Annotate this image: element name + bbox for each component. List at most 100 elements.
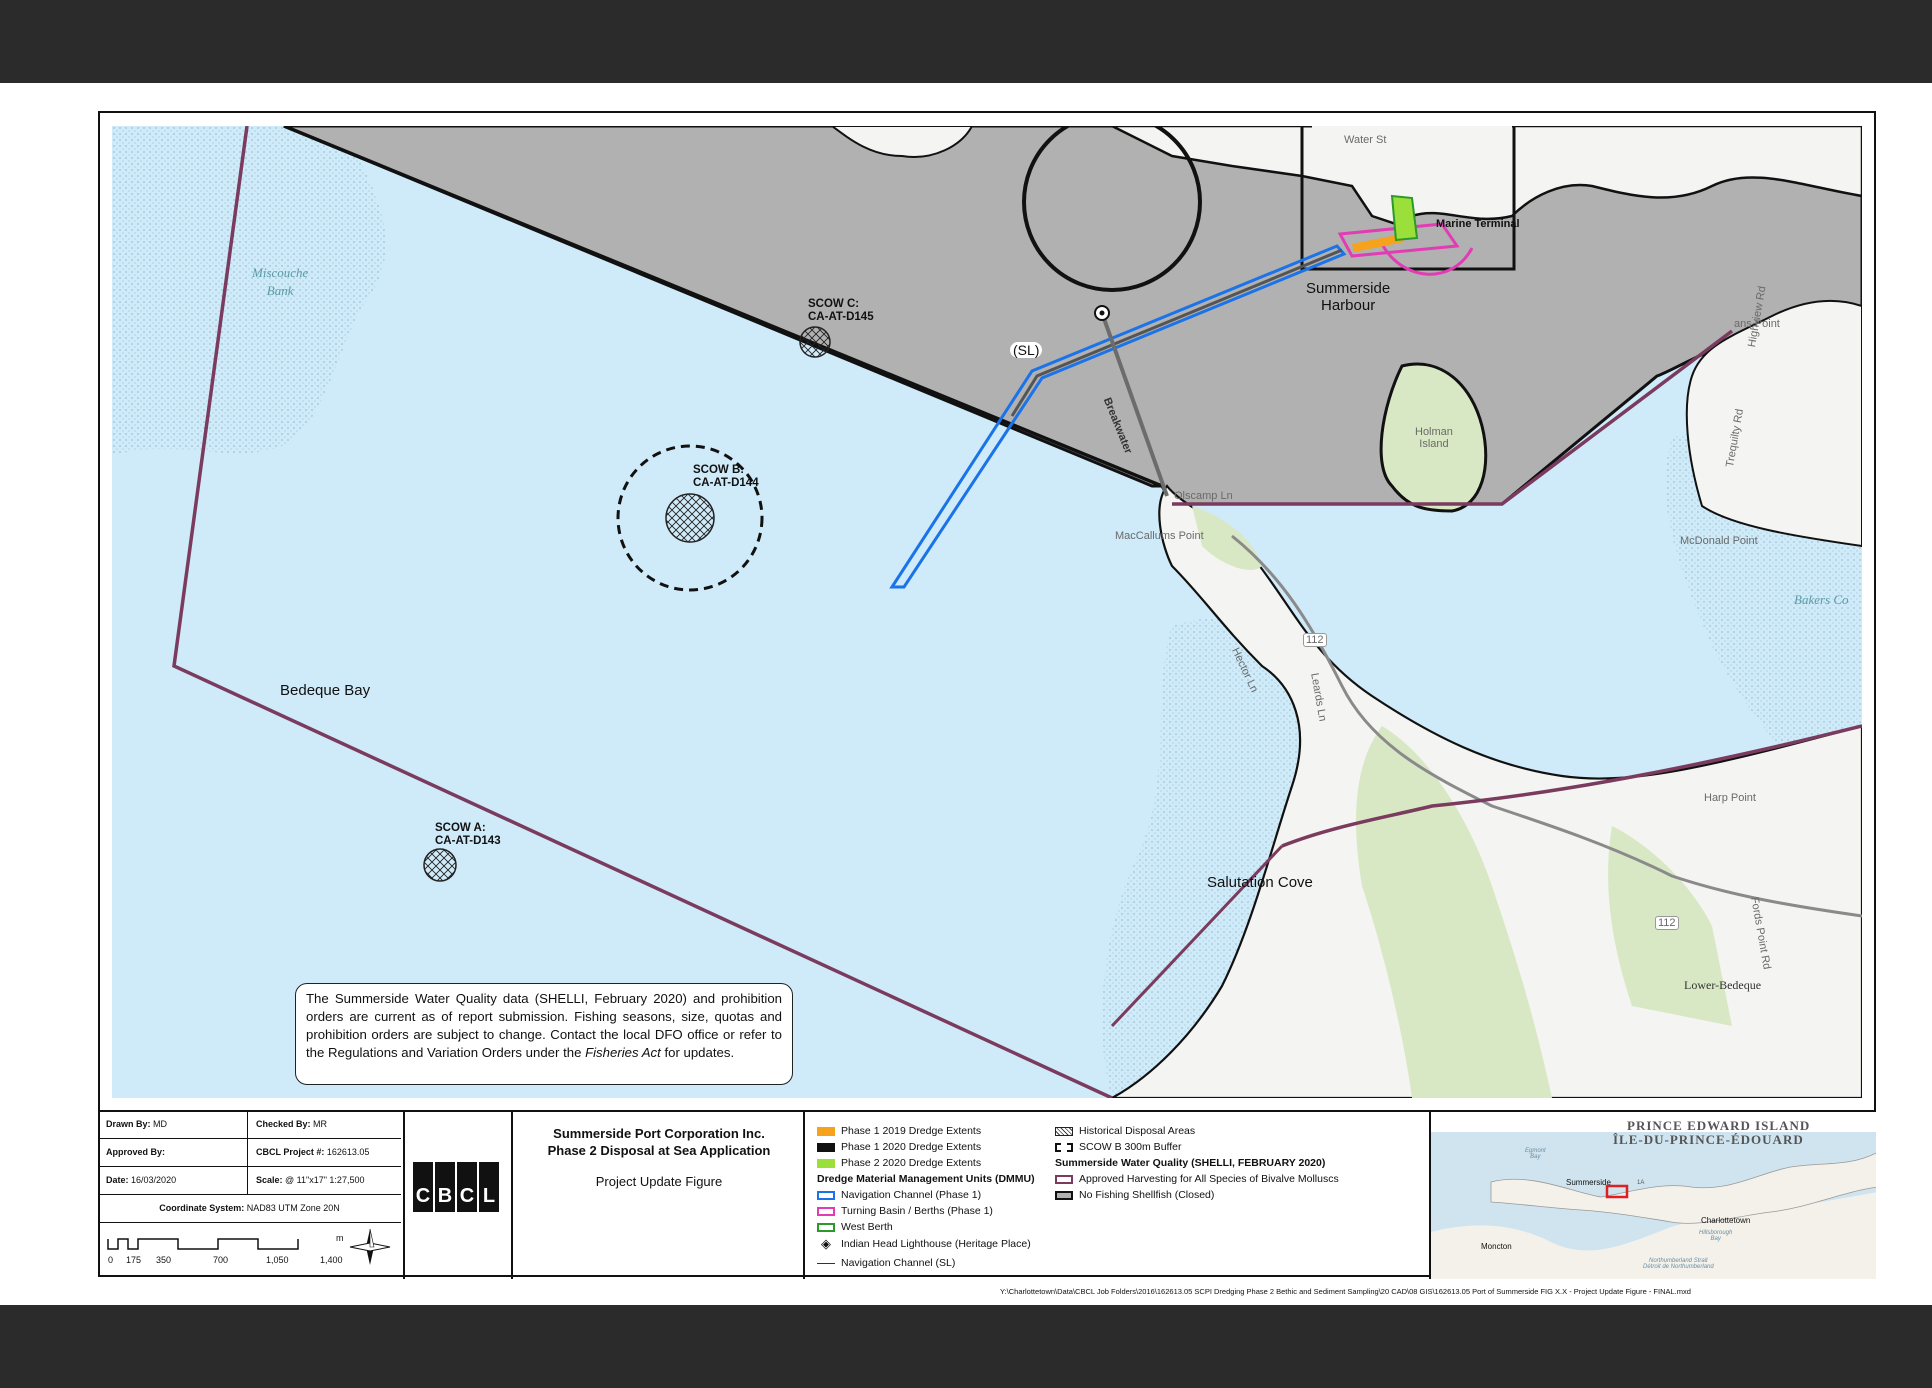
- inset-route: 1A: [1637, 1180, 1645, 1186]
- scow-b-area[interactable]: [665, 493, 715, 543]
- inset-hillsborough: Hillsborough Bay: [1699, 1230, 1733, 1242]
- drawn-by-cell: Drawn By: MD: [98, 1112, 248, 1139]
- route-112-shield-a: 112: [1303, 633, 1327, 647]
- legend-label: Phase 1 2019 Dredge Extents: [841, 1125, 982, 1137]
- logo-letter: B: [435, 1162, 455, 1212]
- cbcl-logo: CBCL: [413, 1162, 499, 1212]
- legend-label: No Fishing Shellfish (Closed): [1079, 1189, 1215, 1201]
- legend-item: Summerside Water Quality (SHELLI, FEBRUA…: [1055, 1157, 1325, 1169]
- legend-label: Navigation Channel (Phase 1): [841, 1189, 982, 1201]
- legend-item: ◈ Indian Head Lighthouse (Heritage Place): [817, 1237, 1031, 1251]
- legend-label: Phase 2 2020 Dredge Extents: [841, 1157, 982, 1169]
- legend-line-swatch: [817, 1262, 835, 1264]
- logo-letter: C: [413, 1162, 433, 1212]
- water-st-label: Water St: [1344, 134, 1387, 146]
- lighthouse-legend-icon: ◈: [821, 1236, 831, 1251]
- scow-c-area[interactable]: [799, 326, 831, 358]
- legend-item: Approved Harvesting for All Species of B…: [1055, 1173, 1339, 1185]
- inset-strait: Northumberland Strait Détroit de Northumb…: [1643, 1258, 1714, 1270]
- legend-swatch-dashed: [1055, 1142, 1073, 1152]
- scale-tick-350: 350: [156, 1255, 172, 1265]
- scow-b-label: SCOW B: CA-AT-D144: [693, 464, 759, 489]
- project-title-1: Summerside Port Corporation Inc.: [553, 1126, 765, 1141]
- west-berth: [1390, 194, 1419, 242]
- lighthouse-icon[interactable]: [1094, 305, 1110, 321]
- legend-label: Historical Disposal Areas: [1079, 1125, 1196, 1137]
- legend-item: Navigation Channel (Phase 1): [817, 1189, 981, 1201]
- date-cell: Date: 16/03/2020: [98, 1167, 248, 1195]
- bedeque-bay-label: Bedeque Bay: [280, 682, 371, 699]
- legend-item: Navigation Channel (SL): [817, 1257, 955, 1269]
- lower-bedeque-label: Lower-Bedeque: [1684, 978, 1762, 992]
- legend-swatch-hatch: [1055, 1126, 1073, 1136]
- north-arrow-icon: [349, 1228, 391, 1265]
- inset-egmont: Egmont Bay: [1525, 1148, 1546, 1160]
- scale-tick-0: 0: [108, 1255, 114, 1265]
- scow-a-label: SCOW A: CA-AT-D143: [435, 822, 501, 847]
- bakers-cove-label: Bakers Co: [1794, 592, 1849, 607]
- legend-label: Approved Harvesting for All Species of B…: [1079, 1173, 1339, 1185]
- inset-summerside: Summerside: [1566, 1178, 1611, 1187]
- legend-swatch-purple-outline: [1055, 1174, 1073, 1184]
- legend-item: Historical Disposal Areas: [1055, 1125, 1195, 1137]
- miscouche-bank-label: Miscouche Bank: [252, 265, 309, 298]
- marine-terminal-label: Marine Terminal: [1436, 218, 1520, 230]
- scale-tick-700: 700: [213, 1255, 229, 1265]
- legend-swatch-orange: [817, 1126, 835, 1136]
- legend-item: Phase 1 2020 Dredge Extents: [817, 1141, 981, 1153]
- harp-point-label: Harp Point: [1704, 792, 1756, 804]
- title-cell: Summerside Port Corporation Inc. Phase 2…: [515, 1112, 805, 1279]
- title-block: Drawn By: MD Checked By: MR Approved By:…: [98, 1110, 1876, 1279]
- scow-a-area[interactable]: [423, 848, 457, 882]
- figure-subtitle: Project Update Figure: [595, 1174, 723, 1189]
- legend-label: Dredge Material Management Units (DMMU): [817, 1173, 1035, 1185]
- scale-unit: m: [336, 1233, 344, 1243]
- legend-label: Navigation Channel (SL): [841, 1257, 956, 1269]
- project-number-cell: CBCL Project #: 162613.05: [248, 1139, 401, 1167]
- legend-label: West Berth: [841, 1221, 893, 1233]
- legend: Phase 1 2019 Dredge Extents Phase 1 2020 …: [807, 1112, 1427, 1279]
- maccallums-point-label: MacCallums Point: [1115, 530, 1204, 542]
- inset-moncton: Moncton: [1481, 1242, 1512, 1251]
- scale-cell: Scale: @ 11"x17" 1:27,500: [248, 1167, 401, 1195]
- logo-cell: CBCL: [403, 1112, 513, 1279]
- file-path-footer: Y:\Charlottetown\Data\CBCL Job Folders\2…: [1000, 1287, 1691, 1296]
- legend-label: Indian Head Lighthouse (Heritage Place): [841, 1238, 1031, 1250]
- olscamp-ln-label: Olscamp Ln: [1174, 490, 1233, 502]
- sl-channel-label: (SL): [1010, 342, 1043, 358]
- legend-item: Turning Basin / Berths (Phase 1): [817, 1205, 993, 1217]
- scalebar-graphic: [107, 1238, 299, 1250]
- legend-swatch-pink-outline: [817, 1206, 835, 1216]
- water-quality-note: The Summerside Water Quality data (SHELL…: [295, 983, 793, 1085]
- legend-label: SCOW B 300m Buffer: [1079, 1141, 1182, 1153]
- location-inset[interactable]: PRINCE EDWARD ISLAND ÎLE-DU-PRINCE-ÉDOUA…: [1429, 1112, 1876, 1279]
- legend-swatch-black: [817, 1142, 835, 1152]
- legend-label: Turning Basin / Berths (Phase 1): [841, 1205, 993, 1217]
- legend-item: No Fishing Shellfish (Closed): [1055, 1189, 1214, 1201]
- legend-item: Phase 2 2020 Dredge Extents: [817, 1157, 981, 1169]
- scale-tick-1050: 1,050: [266, 1255, 289, 1265]
- summerside-harbour-label: Summerside Harbour: [1306, 280, 1391, 314]
- inset-title-fr: ÎLE-DU-PRINCE-ÉDOUARD: [1613, 1132, 1804, 1147]
- holman-island-label: Holman Island: [1415, 426, 1453, 450]
- checked-by-cell: Checked By: MR: [248, 1112, 401, 1139]
- logo-letter: L: [479, 1162, 499, 1212]
- salutation-cove-label: Salutation Cove: [1207, 874, 1313, 891]
- legend-swatch-black-outline: [1055, 1190, 1073, 1200]
- scale-tick-175: 175: [126, 1255, 142, 1265]
- inset-charlottetown: Charlottetown: [1701, 1216, 1751, 1225]
- legend-label: Summerside Water Quality (SHELLI, FEBRUA…: [1055, 1157, 1326, 1169]
- scale-tick-1400: 1,400: [320, 1255, 343, 1265]
- project-title-2: Phase 2 Disposal at Sea Application: [547, 1143, 771, 1158]
- scalebar: 0 175 350 700 1,050 1,400 m: [98, 1223, 401, 1279]
- legend-item: West Berth: [817, 1221, 893, 1233]
- scow-c-label: SCOW C: CA-AT-D145: [808, 298, 874, 323]
- legend-swatch-blue-outline: [817, 1190, 835, 1200]
- map-canvas[interactable]: [112, 126, 1862, 1098]
- map-panel[interactable]: SCOW C: CA-AT-D145 SCOW B: CA-AT-D144 SCOW…: [112, 126, 1862, 1098]
- legend-item: Dredge Material Management Units (DMMU): [817, 1173, 1035, 1185]
- route-112-shield-b: 112: [1655, 916, 1679, 930]
- legend-item: SCOW B 300m Buffer: [1055, 1141, 1182, 1153]
- legend-label: Phase 1 2020 Dredge Extents: [841, 1141, 982, 1153]
- approved-by-cell: Approved By:: [98, 1139, 248, 1167]
